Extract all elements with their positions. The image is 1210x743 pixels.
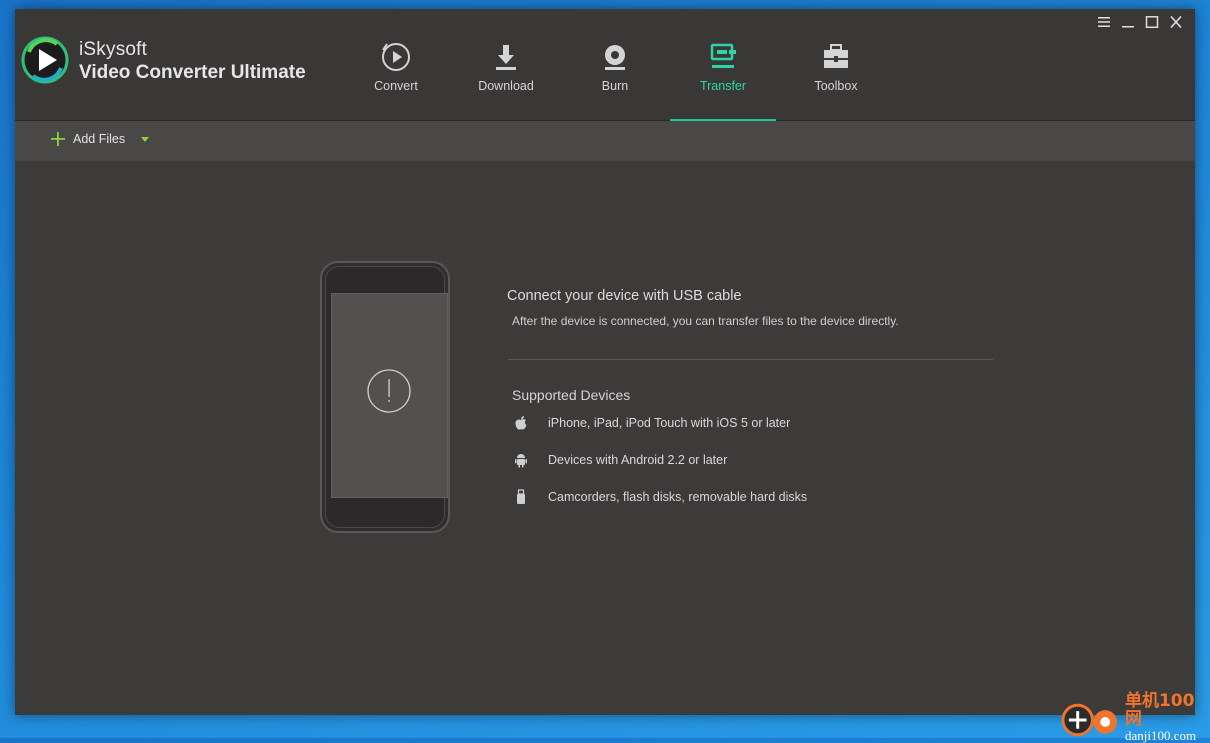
minimize-button[interactable] — [1117, 12, 1139, 32]
connect-title: Connect your device with USB cable — [507, 288, 742, 304]
tab-burn-label: Burn — [601, 79, 629, 93]
download-icon — [496, 45, 516, 70]
burn-icon — [605, 45, 625, 70]
device-row-android: Devices with Android 2.2 or later — [512, 450, 727, 470]
brand-name: iSkysoft — [79, 39, 148, 60]
menu-button[interactable] — [1093, 12, 1115, 32]
tab-burn[interactable]: Burn — [562, 9, 668, 120]
app-logo-icon — [21, 36, 69, 84]
add-files-dropdown-icon[interactable] — [141, 137, 149, 142]
connect-subtitle: After the device is connected, you can t… — [512, 314, 899, 328]
maximize-icon — [1145, 16, 1159, 28]
toolbox-icon — [824, 44, 848, 68]
device-label-android: Devices with Android 2.2 or later — [548, 453, 728, 467]
phone-screen — [331, 293, 448, 498]
watermark-logo-icon — [1061, 703, 1118, 736]
close-button[interactable] — [1165, 12, 1187, 32]
usb-drive-icon — [517, 489, 525, 504]
tab-convert-label: Convert — [374, 79, 418, 93]
tab-download[interactable]: Download — [453, 9, 559, 120]
maximize-button[interactable] — [1141, 12, 1163, 32]
add-files-button[interactable]: Add Files — [51, 132, 125, 146]
tab-download-label: Download — [478, 79, 534, 93]
tab-toolbox[interactable]: Toolbox — [783, 9, 889, 120]
tab-transfer[interactable]: Transfer — [670, 9, 776, 121]
watermark-cn: 单机100网 — [1124, 691, 1195, 729]
site-watermark: 单机100网 danji100.com — [1060, 691, 1210, 743]
alert-icon — [367, 369, 411, 413]
convert-icon — [382, 43, 410, 71]
android-icon — [515, 454, 527, 468]
toolbar: Add Files — [15, 121, 1195, 161]
device-row-ios: iPhone, iPad, iPod Touch with iOS 5 or l… — [512, 413, 790, 433]
close-icon — [1170, 16, 1182, 28]
transfer-icon — [710, 43, 736, 68]
product-name: Video Converter Ultimate — [79, 62, 306, 83]
divider — [508, 359, 993, 360]
plus-icon — [51, 132, 65, 146]
device-label-storage: Camcorders, flash disks, removable hard … — [548, 490, 808, 504]
menu-icon — [1098, 17, 1110, 27]
minimize-icon — [1122, 26, 1134, 28]
tab-transfer-label: Transfer — [699, 79, 747, 93]
title-bar: iSkysoft Video Converter Ultimate Conver… — [15, 9, 1195, 121]
phone-illustration — [320, 261, 450, 533]
tab-toolbox-label: Toolbox — [814, 79, 858, 93]
app-window: iSkysoft Video Converter Ultimate Conver… — [15, 9, 1195, 715]
apple-icon — [515, 416, 527, 430]
supported-devices-title: Supported Devices — [512, 387, 631, 403]
watermark-en: danji100.com — [1124, 727, 1197, 743]
tab-convert[interactable]: Convert — [343, 9, 449, 120]
transfer-panel — [15, 161, 1195, 715]
device-row-storage: Camcorders, flash disks, removable hard … — [512, 487, 807, 507]
device-label-ios: iPhone, iPad, iPod Touch with iOS 5 or l… — [548, 416, 791, 430]
window-controls — [1093, 12, 1187, 32]
add-files-label: Add Files — [73, 132, 126, 146]
